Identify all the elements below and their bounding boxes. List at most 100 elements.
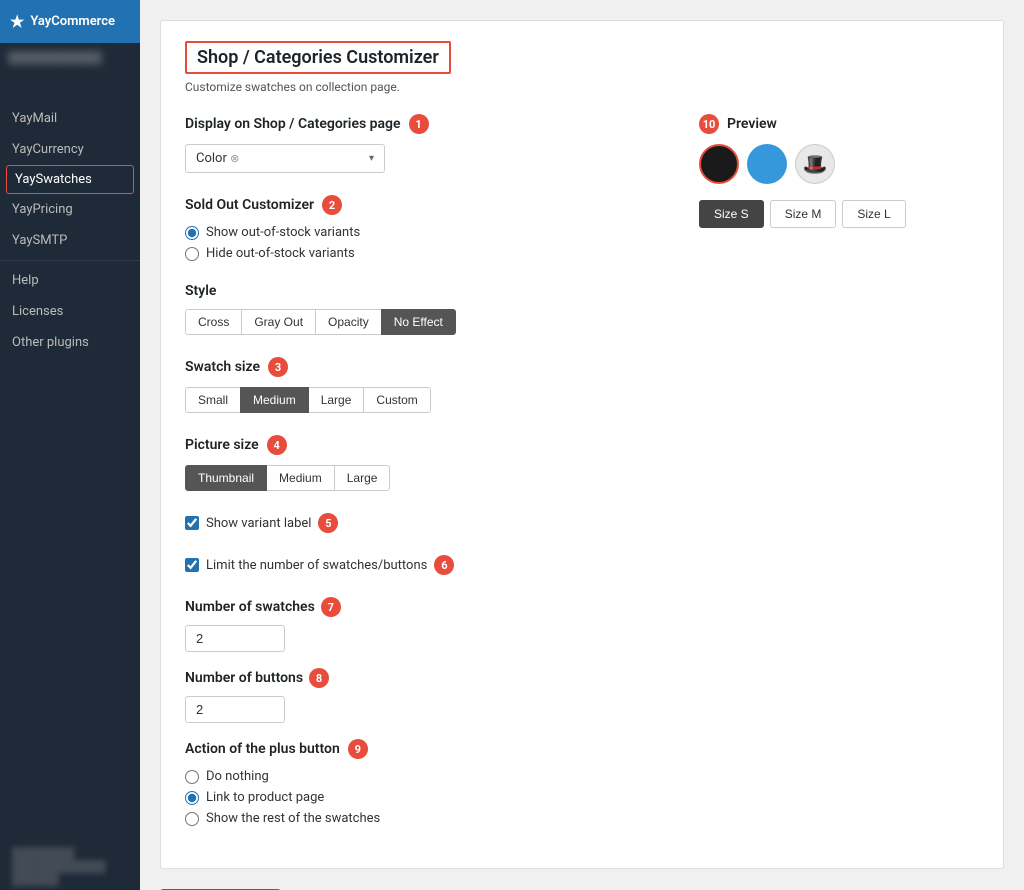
soldout-show-label: Show out-of-stock variants [206, 225, 360, 240]
section-display: Display on Shop / Categories page 1 Colo… [185, 114, 669, 173]
picture-size-large[interactable]: Large [334, 465, 391, 491]
section-style-label: Style [185, 283, 216, 299]
swatch-size-medium[interactable]: Medium [240, 387, 309, 413]
picture-size-button-group: Thumbnail Medium Large [185, 465, 669, 491]
show-variant-label-item[interactable]: Show variant label 5 [185, 513, 669, 533]
section-soldout: Sold Out Customizer 2 Show out-of-stock … [185, 195, 669, 261]
page-card: Shop / Categories Customizer Customize s… [160, 20, 1004, 869]
section-plus-action-label: Action of the plus button [185, 741, 340, 757]
section-plus-action-header: Action of the plus button 9 [185, 739, 669, 759]
section-style-header: Style [185, 283, 669, 299]
sidebar-bottom-blur: ██████████████████████████ [0, 843, 140, 890]
plus-action-link-label: Link to product page [206, 790, 324, 805]
swatch-size-button-group: Small Medium Large Custom [185, 387, 669, 413]
size-btn-s[interactable]: Size S [699, 200, 764, 228]
preview-badge: 10 [699, 114, 719, 134]
section-swatch-size-label: Swatch size [185, 359, 260, 375]
left-column: Display on Shop / Categories page 1 Colo… [185, 114, 669, 848]
section-swatch-size: Swatch size 3 Small Medium Large Custom [185, 357, 669, 413]
section-plus-action-badge: 9 [348, 739, 368, 759]
plus-action-radio-group: Do nothing Link to product page Show the… [185, 769, 669, 826]
swatch-hat[interactable]: 🎩 [795, 144, 835, 184]
dropdown-icon: ⊗ [230, 152, 239, 165]
section-swatch-size-badge: 3 [268, 357, 288, 377]
sidebar-logo[interactable]: ★ YayCommerce [0, 0, 140, 43]
size-btn-l[interactable]: Size L [842, 200, 905, 228]
soldout-option-show[interactable]: Show out-of-stock variants [185, 225, 669, 240]
plus-action-radio-link[interactable] [185, 791, 199, 805]
plus-action-radio-rest[interactable] [185, 812, 199, 826]
page-title: Shop / Categories Customizer [197, 47, 439, 68]
section-num-swatches: Number of swatches 7 [185, 597, 669, 652]
show-variant-label: Show variant label [206, 516, 311, 531]
section-soldout-badge: 2 [322, 195, 342, 215]
preview-size-buttons: Size S Size M Size L [699, 200, 979, 228]
soldout-radio-group: Show out-of-stock variants Hide out-of-s… [185, 225, 669, 261]
num-swatches-badge: 7 [321, 597, 341, 617]
limit-swatches-label: Limit the number of swatches/buttons [206, 558, 427, 573]
sidebar-item-yaysmtp[interactable]: YaySMTP [0, 225, 140, 256]
limit-swatches-checkbox[interactable] [185, 558, 199, 572]
num-buttons-label: Number of buttons [185, 670, 303, 686]
limit-swatches-item[interactable]: Limit the number of swatches/buttons 6 [185, 555, 669, 575]
style-button-group: Cross Gray Out Opacity No Effect [185, 309, 669, 335]
section-plus-action: Action of the plus button 9 Do nothing L… [185, 739, 669, 826]
sidebar-top-blur: ████████████ [0, 43, 140, 103]
plus-action-radio-nothing[interactable] [185, 770, 199, 784]
plus-action-link[interactable]: Link to product page [185, 790, 669, 805]
swatch-size-small[interactable]: Small [185, 387, 241, 413]
display-dropdown[interactable]: Color ⊗ ▾ [185, 144, 385, 173]
preview-header: 10 Preview [699, 114, 979, 134]
section-picture-size: Picture size 4 Thumbnail Medium Large [185, 435, 669, 491]
sidebar-item-help[interactable]: Help [0, 265, 140, 296]
soldout-radio-show[interactable] [185, 226, 199, 240]
page-title-box: Shop / Categories Customizer [185, 41, 451, 74]
style-btn-grayout[interactable]: Gray Out [241, 309, 316, 335]
size-btn-m[interactable]: Size M [770, 200, 837, 228]
plus-action-nothing-label: Do nothing [206, 769, 269, 784]
sidebar-item-yayswatches[interactable]: YaySwatches [6, 165, 134, 194]
show-variant-badge: 5 [318, 513, 338, 533]
section-soldout-label: Sold Out Customizer [185, 197, 314, 213]
num-swatches-input[interactable] [185, 625, 285, 652]
section-picture-size-label: Picture size [185, 437, 259, 453]
sidebar-item-yaycurrency[interactable]: YayCurrency [0, 134, 140, 165]
num-buttons-input[interactable] [185, 696, 285, 723]
show-variant-checkbox[interactable] [185, 516, 199, 530]
num-swatches-label-row: Number of swatches 7 [185, 597, 669, 617]
section-style: Style Cross Gray Out Opacity No Effect [185, 283, 669, 335]
section-display-label: Display on Shop / Categories page [185, 116, 401, 132]
style-btn-cross[interactable]: Cross [185, 309, 242, 335]
plus-action-rest[interactable]: Show the rest of the swatches [185, 811, 669, 826]
section-limit-swatches: Limit the number of swatches/buttons 6 [185, 555, 669, 575]
plus-action-nothing[interactable]: Do nothing [185, 769, 669, 784]
limit-swatches-badge: 6 [434, 555, 454, 575]
section-picture-size-header: Picture size 4 [185, 435, 669, 455]
swatch-size-custom[interactable]: Custom [363, 387, 430, 413]
sidebar-item-other[interactable]: Other plugins [0, 327, 140, 358]
dropdown-value: Color ⊗ [196, 151, 239, 166]
picture-size-thumbnail[interactable]: Thumbnail [185, 465, 267, 491]
swatch-size-large[interactable]: Large [308, 387, 365, 413]
soldout-radio-hide[interactable] [185, 247, 199, 261]
picture-size-medium[interactable]: Medium [266, 465, 335, 491]
sidebar-divider [0, 260, 140, 261]
chevron-down-icon: ▾ [369, 153, 374, 164]
num-swatches-label: Number of swatches [185, 599, 315, 615]
num-buttons-label-row: Number of buttons 8 [185, 668, 669, 688]
section-swatch-size-header: Swatch size 3 [185, 357, 669, 377]
swatch-blue[interactable] [747, 144, 787, 184]
sidebar-item-yaymail[interactable]: YayMail [0, 103, 140, 134]
section-picture-size-badge: 4 [267, 435, 287, 455]
style-btn-noeffect[interactable]: No Effect [381, 309, 456, 335]
num-buttons-badge: 8 [309, 668, 329, 688]
soldout-option-hide[interactable]: Hide out-of-stock variants [185, 246, 669, 261]
style-btn-opacity[interactable]: Opacity [315, 309, 382, 335]
sidebar: ★ YayCommerce ████████████ YayMail YayCu… [0, 0, 140, 890]
page-subtitle: Customize swatches on collection page. [185, 80, 979, 94]
soldout-hide-label: Hide out-of-stock variants [206, 246, 355, 261]
preview-label: Preview [727, 116, 777, 132]
sidebar-item-licenses[interactable]: Licenses [0, 296, 140, 327]
swatch-black[interactable] [699, 144, 739, 184]
sidebar-item-yaypricing[interactable]: YayPricing [0, 194, 140, 225]
